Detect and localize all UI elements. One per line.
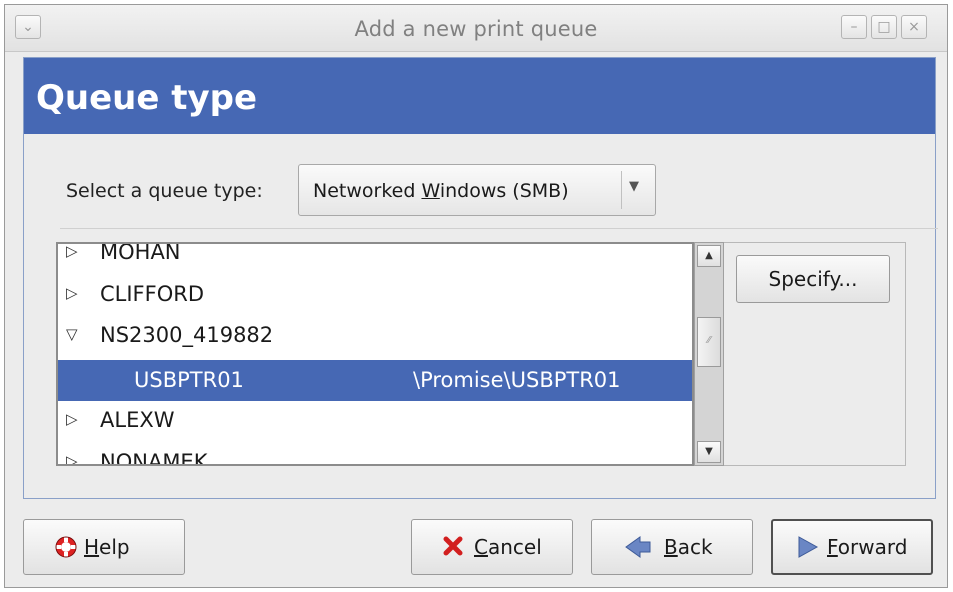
tree-scrollbar[interactable]: ▲ ⁄⁄ ▼ <box>694 242 724 466</box>
scroll-up-icon[interactable]: ▲ <box>697 245 721 267</box>
back-button[interactable]: Back <box>591 519 753 575</box>
share-tree-list[interactable]: ▷ MOHAN ▷ CLIFFORD ▽ NS2300_419882 USBPT… <box>56 242 694 466</box>
expand-arrow-icon[interactable]: ▷ <box>66 410 78 428</box>
cancel-button[interactable]: Cancel <box>411 519 573 575</box>
separator <box>60 228 938 229</box>
maximize-icon[interactable]: □ <box>871 15 897 39</box>
print-queue-window: ⌄ Add a new print queue – □ × Queue type… <box>4 4 948 588</box>
tree-row-label: MOHAN <box>100 242 181 264</box>
tree-row[interactable]: ▷ ALEXW <box>58 402 692 443</box>
lifebuoy-icon <box>54 535 78 564</box>
x-icon <box>442 535 464 562</box>
expand-arrow-icon[interactable]: ▷ <box>66 452 78 464</box>
tree-row-label: ALEXW <box>100 408 175 432</box>
cancel-label: Cancel <box>474 535 542 559</box>
title-bar[interactable]: ⌄ Add a new print queue – □ × <box>5 5 947 52</box>
tree-row[interactable]: ▽ NS2300_419882 <box>58 317 692 358</box>
dropdown-arrow-icon[interactable]: ▼ <box>629 179 639 194</box>
help-button[interactable]: Help <box>23 519 185 575</box>
close-icon[interactable]: × <box>901 15 927 39</box>
tree-row-path: \Promise\USBPTR01 <box>413 368 621 392</box>
expand-arrow-icon[interactable]: ▷ <box>66 244 78 260</box>
forward-button[interactable]: Forward <box>771 519 933 575</box>
tree-row-selected[interactable]: USBPTR01 \Promise\USBPTR01 <box>58 360 692 401</box>
arrow-left-icon <box>624 535 652 564</box>
side-button-panel: Specify... <box>724 242 906 466</box>
forward-label: Forward <box>827 535 908 559</box>
tree-row[interactable]: ▷ NONAMEK <box>58 444 692 466</box>
window-title: Add a new print queue <box>354 17 598 41</box>
queue-type-dropdown[interactable]: Networked Windows (SMB) ▼ <box>298 164 656 216</box>
scroll-down-icon[interactable]: ▼ <box>697 441 721 463</box>
queue-type-label: Select a queue type: <box>66 180 263 202</box>
expand-arrow-icon[interactable]: ▷ <box>66 284 78 302</box>
tree-row[interactable]: ▷ MOHAN <box>58 242 692 275</box>
header-band: Queue type <box>24 58 935 134</box>
dropdown-separator <box>621 171 622 209</box>
queue-type-panel: Queue type Select a queue type: Networke… <box>23 57 938 499</box>
tree-row-label: USBPTR01 <box>134 368 244 392</box>
tree-row-label: NS2300_419882 <box>100 323 274 347</box>
specify-button[interactable]: Specify... <box>736 255 890 303</box>
tree-row-label: NONAMEK <box>100 450 208 466</box>
page-title: Queue type <box>36 78 258 118</box>
help-label: Help <box>84 535 130 559</box>
scroll-thumb[interactable]: ⁄⁄ <box>697 317 721 367</box>
tree-row-label: CLIFFORD <box>100 282 205 306</box>
collapse-arrow-icon[interactable]: ▽ <box>66 325 78 343</box>
minimize-icon[interactable]: – <box>841 15 867 39</box>
arrow-right-icon <box>795 535 821 564</box>
back-label: Back <box>664 535 713 559</box>
queue-type-value: Networked Windows (SMB) <box>313 180 569 202</box>
tree-row[interactable]: ▷ CLIFFORD <box>58 276 692 317</box>
